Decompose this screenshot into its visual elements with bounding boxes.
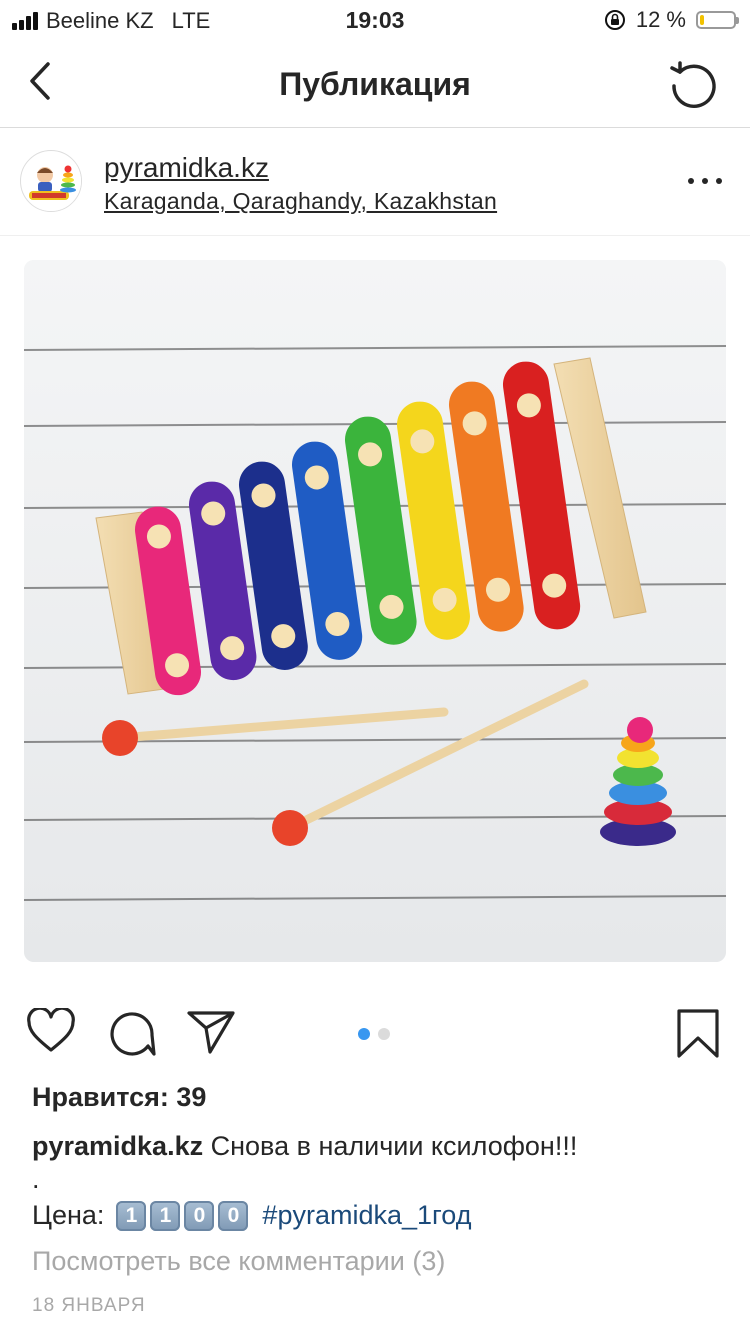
battery-icon <box>696 11 739 29</box>
nav-bar: Публикация <box>0 40 750 128</box>
keycap-digit-icon: 0 <box>218 1200 249 1231</box>
hashtag-link[interactable]: #pyramidka_1год <box>262 1200 471 1231</box>
keycap-digit-icon: 1 <box>116 1200 147 1231</box>
like-heart-icon[interactable] <box>26 1008 76 1054</box>
view-all-comments-link[interactable]: Посмотреть все комментарии (3) <box>32 1246 445 1277</box>
refresh-button[interactable] <box>668 58 720 110</box>
status-right: 12 % <box>604 7 739 33</box>
comment-icon[interactable] <box>108 1008 156 1058</box>
carousel-indicator <box>358 1028 390 1040</box>
orientation-lock-icon <box>604 10 625 30</box>
keycap-digit-icon: 0 <box>184 1200 215 1231</box>
price-label: Цена: <box>32 1200 105 1230</box>
post-caption: pyramidka.kz Снова в наличии ксилофон!!! <box>32 1128 722 1164</box>
avatar-logo-image <box>22 152 81 211</box>
post-date: 18 ЯНВАРЯ <box>32 1295 146 1316</box>
caption-dot: . <box>32 1164 40 1194</box>
post-location[interactable]: Karaganda, Qaraghandy, Kazakhstan <box>104 188 497 215</box>
post-username[interactable]: pyramidka.kz <box>104 152 269 184</box>
carousel-dot <box>358 1028 370 1040</box>
post-actions <box>0 1008 750 1064</box>
page-title: Публикация <box>279 66 471 102</box>
post-photo[interactable] <box>24 260 726 962</box>
more-dot-icon <box>716 178 722 184</box>
more-dot-icon <box>688 178 694 184</box>
price-line: Цена: 1 1 0 0 #pyramidka_1год <box>32 1200 471 1231</box>
keycap-digit-icon: 1 <box>150 1200 181 1231</box>
xylophone-photo-image <box>24 260 726 962</box>
carousel-dot <box>378 1028 390 1040</box>
caption-text: Снова в наличии ксилофон!!! <box>210 1131 578 1161</box>
more-options-button[interactable] <box>688 178 722 188</box>
more-dot-icon <box>702 178 708 184</box>
caption-username[interactable]: pyramidka.kz <box>32 1131 203 1161</box>
likes-count[interactable]: Нравится: 39 <box>32 1082 206 1113</box>
bookmark-icon[interactable] <box>676 1008 720 1060</box>
share-direct-icon[interactable] <box>186 1008 236 1056</box>
battery-percent: 12 % <box>635 7 686 32</box>
post-header: pyramidka.kz Karaganda, Qaraghandy, Kaza… <box>0 128 750 236</box>
avatar[interactable] <box>20 150 82 212</box>
status-bar: Beeline KZ LTE 19:03 12 % <box>0 0 750 40</box>
battery-fill <box>700 15 704 25</box>
